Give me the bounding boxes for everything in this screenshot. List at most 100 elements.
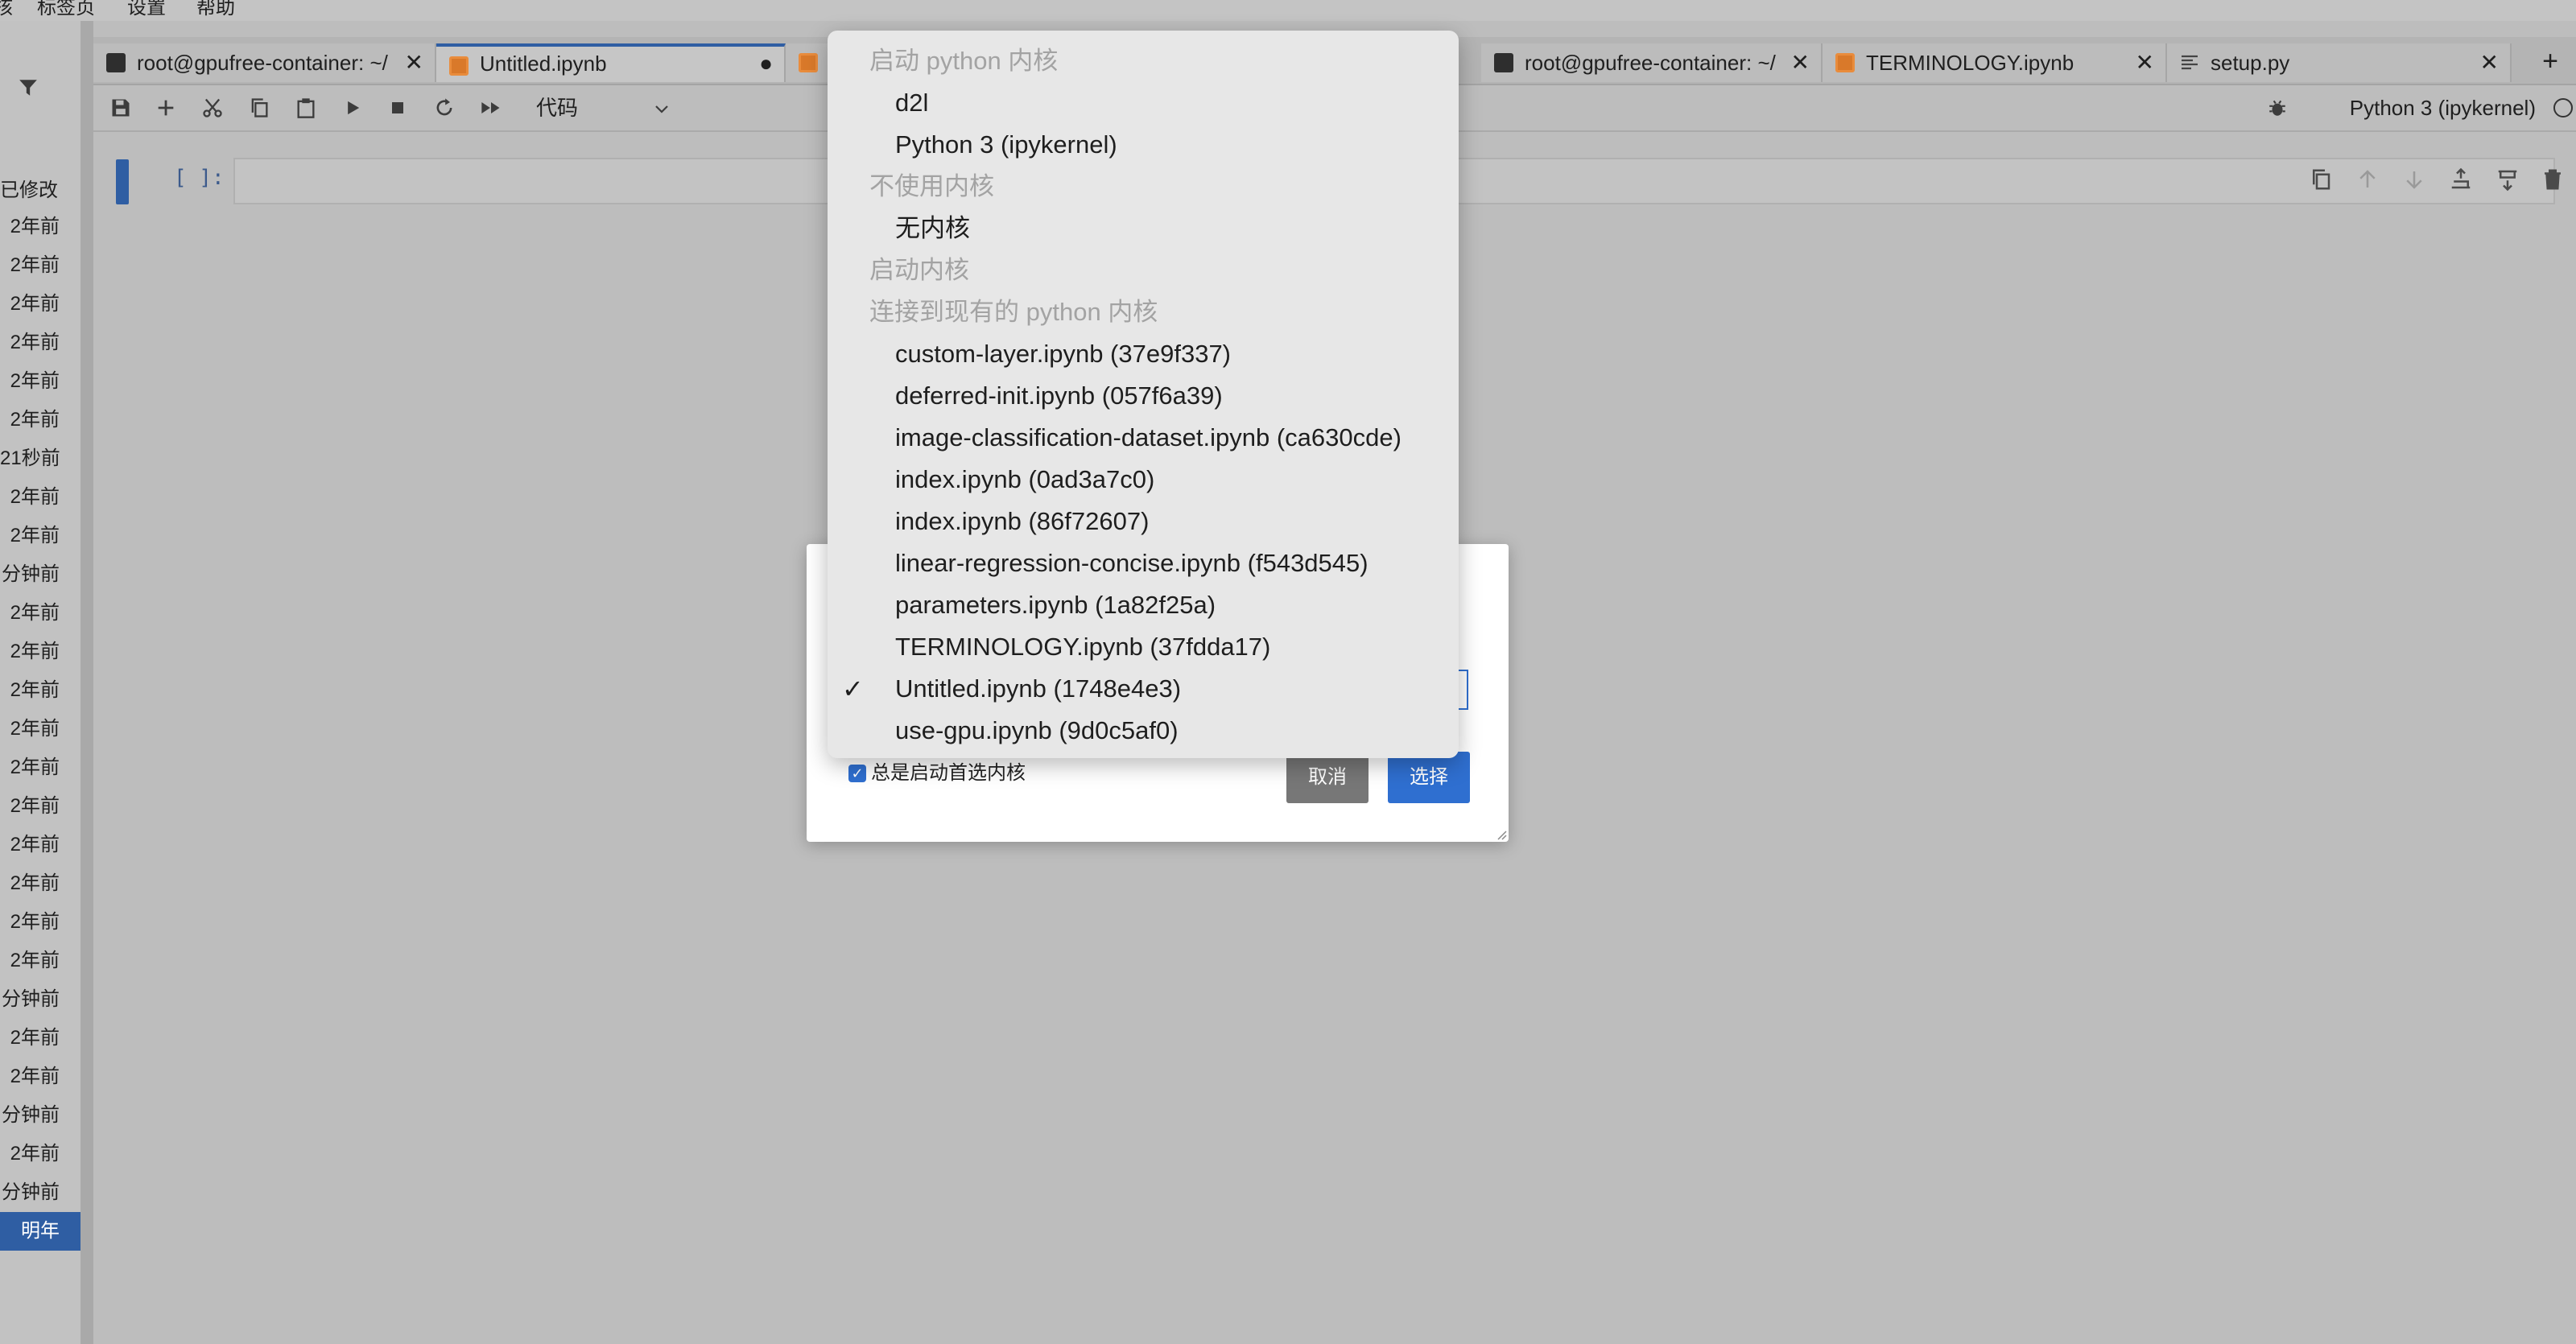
file-modified-cell[interactable]: 2年前: [0, 942, 80, 980]
file-modified-cell[interactable]: 2年前: [0, 787, 80, 826]
copy-icon[interactable]: [248, 97, 270, 119]
option-label: index.ipynb (0ad3a7c0): [895, 465, 1155, 493]
file-modified-cell[interactable]: 明年: [0, 1212, 80, 1251]
kernel-option[interactable]: image-classification-dataset.ipynb (ca63…: [828, 417, 1459, 459]
filter-icon[interactable]: [18, 77, 39, 98]
insert-above-icon[interactable]: [2449, 167, 2473, 192]
cell-type-select[interactable]: 代码: [536, 93, 578, 122]
kernel-option[interactable]: TERMINOLOGY.ipynb (37fdda17): [828, 626, 1459, 668]
kernel-option[interactable]: 无内核: [828, 208, 1459, 249]
option-label: d2l: [895, 89, 929, 117]
unsaved-dot-icon[interactable]: ●: [759, 47, 773, 80]
menu-kernel[interactable]: 核: [0, 0, 13, 18]
option-label: Python 3 (ipykernel): [895, 130, 1117, 159]
file-modified-cell[interactable]: 2年前: [0, 864, 80, 903]
kernel-option[interactable]: d2l: [828, 82, 1459, 124]
close-icon[interactable]: ✕: [2136, 43, 2154, 82]
file-modified-cell[interactable]: 分钟前: [0, 555, 80, 594]
restart-icon[interactable]: [433, 97, 456, 119]
dropdown-group-header: 连接到现有的 python 内核: [828, 291, 1459, 333]
file-modified-cell[interactable]: 21秒前: [0, 439, 80, 478]
file-modified-cell[interactable]: 2年前: [0, 903, 80, 942]
text-file-icon: [2182, 55, 2198, 70]
file-browser-sidebar: 已修改 2年前 2年前 2年前 2年前 2年前 2年前 21秒前 2年前 2年前 分钟前 2年前 2年…: [0, 21, 80, 1344]
dropdown-group-header: 不使用内核: [828, 166, 1459, 208]
option-label: index.ipynb (86f72607): [895, 507, 1150, 535]
tab-terminal-1[interactable]: root@gpufree-container: ~/ ✕: [93, 43, 436, 82]
option-label: 启动 python 内核: [869, 47, 1059, 75]
cancel-button[interactable]: 取消: [1286, 752, 1368, 803]
option-label: 无内核: [895, 214, 970, 242]
option-label: 不使用内核: [869, 172, 994, 200]
select-button[interactable]: 选择: [1388, 752, 1470, 803]
file-modified-cell[interactable]: 2年前: [0, 478, 80, 517]
file-modified-cell[interactable]: 2年前: [0, 1135, 80, 1173]
menu-tabs[interactable]: 标签页: [37, 0, 95, 18]
debugger-bug-icon[interactable]: [2267, 97, 2288, 119]
paste-icon[interactable]: [295, 97, 317, 119]
option-label: 连接到现有的 python 内核: [869, 298, 1158, 326]
file-modified-cell[interactable]: 2年前: [0, 748, 80, 787]
kernel-option[interactable]: linear-regression-concise.ipynb (f543d54…: [828, 542, 1459, 584]
insert-below-icon[interactable]: [2496, 167, 2520, 192]
file-modified-cell[interactable]: 2年前: [0, 208, 80, 246]
kernel-option[interactable]: use-gpu.ipynb (9d0c5af0): [828, 710, 1459, 752]
kernel-name-button[interactable]: Python 3 (ipykernel): [2350, 93, 2536, 122]
kernel-option[interactable]: index.ipynb (86f72607): [828, 501, 1459, 542]
run-all-icon[interactable]: [480, 97, 502, 119]
menu-help[interactable]: 帮助: [196, 0, 235, 18]
sidebar-divider[interactable]: [80, 21, 93, 1344]
tab-untitled-notebook[interactable]: Untitled.ipynb ●: [436, 43, 786, 82]
file-modified-cell[interactable]: 2年前: [0, 671, 80, 710]
file-modified-cell[interactable]: 2年前: [0, 594, 80, 633]
file-modified-cell[interactable]: 分钟前: [0, 980, 80, 1019]
kernel-option[interactable]: parameters.ipynb (1a82f25a): [828, 584, 1459, 626]
modified-column-header[interactable]: 已修改: [0, 177, 80, 204]
close-icon[interactable]: ✕: [1791, 43, 1810, 82]
file-modified-cell[interactable]: 2年前: [0, 710, 80, 748]
file-modified-cell[interactable]: 2年前: [0, 362, 80, 401]
option-label: TERMINOLOGY.ipynb (37fdda17): [895, 633, 1271, 661]
cut-icon[interactable]: [201, 97, 224, 119]
move-up-icon[interactable]: [2355, 167, 2380, 192]
tab-setup-py[interactable]: setup.py ✕: [2167, 43, 2512, 82]
file-modified-cell[interactable]: 2年前: [0, 633, 80, 671]
file-modified-cell[interactable]: 2年前: [0, 401, 80, 439]
add-tab-button[interactable]: +: [2542, 43, 2558, 79]
file-modified-cell[interactable]: 2年前: [0, 826, 80, 864]
menu-settings[interactable]: 设置: [127, 0, 166, 18]
kernel-option[interactable]: index.ipynb (0ad3a7c0): [828, 459, 1459, 501]
save-icon[interactable]: [109, 97, 132, 119]
cell-selection-bar[interactable]: [116, 159, 129, 204]
chevron-down-icon[interactable]: [652, 93, 671, 122]
delete-cell-icon[interactable]: [2541, 167, 2565, 192]
tab-terminology-notebook[interactable]: TERMINOLOGY.ipynb ✕: [1823, 43, 2167, 82]
file-modified-cell[interactable]: 2年前: [0, 517, 80, 555]
file-modified-cell[interactable]: 分钟前: [0, 1173, 80, 1212]
option-label: 启动内核: [869, 256, 969, 284]
close-icon[interactable]: ✕: [2480, 43, 2499, 82]
notebook-icon: [799, 53, 818, 72]
file-modified-cell[interactable]: 2年前: [0, 1019, 80, 1057]
kernel-option[interactable]: custom-layer.ipynb (37e9f337): [828, 333, 1459, 375]
close-icon[interactable]: ✕: [405, 43, 423, 82]
add-cell-icon[interactable]: [155, 97, 177, 119]
move-down-icon[interactable]: [2402, 167, 2426, 192]
kernel-option[interactable]: deferred-init.ipynb (057f6a39): [828, 375, 1459, 417]
file-modified-cell[interactable]: 2年前: [0, 285, 80, 324]
file-modified-cell[interactable]: 2年前: [0, 246, 80, 285]
resize-grip-icon[interactable]: [1496, 829, 1507, 840]
duplicate-cell-icon[interactable]: [2309, 167, 2333, 192]
kernel-option[interactable]: Untitled.ipynb (1748e4e3) ✓: [828, 668, 1459, 710]
stop-icon[interactable]: [386, 97, 409, 119]
kernel-option[interactable]: Python 3 (ipykernel): [828, 124, 1459, 166]
file-modified-cell[interactable]: 2年前: [0, 324, 80, 362]
cell-prompt: [ ]:: [174, 166, 225, 190]
tab-terminal-2[interactable]: root@gpufree-container: ~/ ✕: [1481, 43, 1823, 82]
file-modified-cell[interactable]: 分钟前: [0, 1096, 80, 1135]
file-modified-cell[interactable]: 2年前: [0, 1057, 80, 1096]
run-icon[interactable]: [341, 97, 364, 119]
tab-label: root@gpufree-container: ~/: [137, 51, 388, 75]
always-start-preferred-kernel-checkbox[interactable]: ✓: [848, 765, 866, 782]
kernel-status-icon: [2553, 98, 2573, 117]
